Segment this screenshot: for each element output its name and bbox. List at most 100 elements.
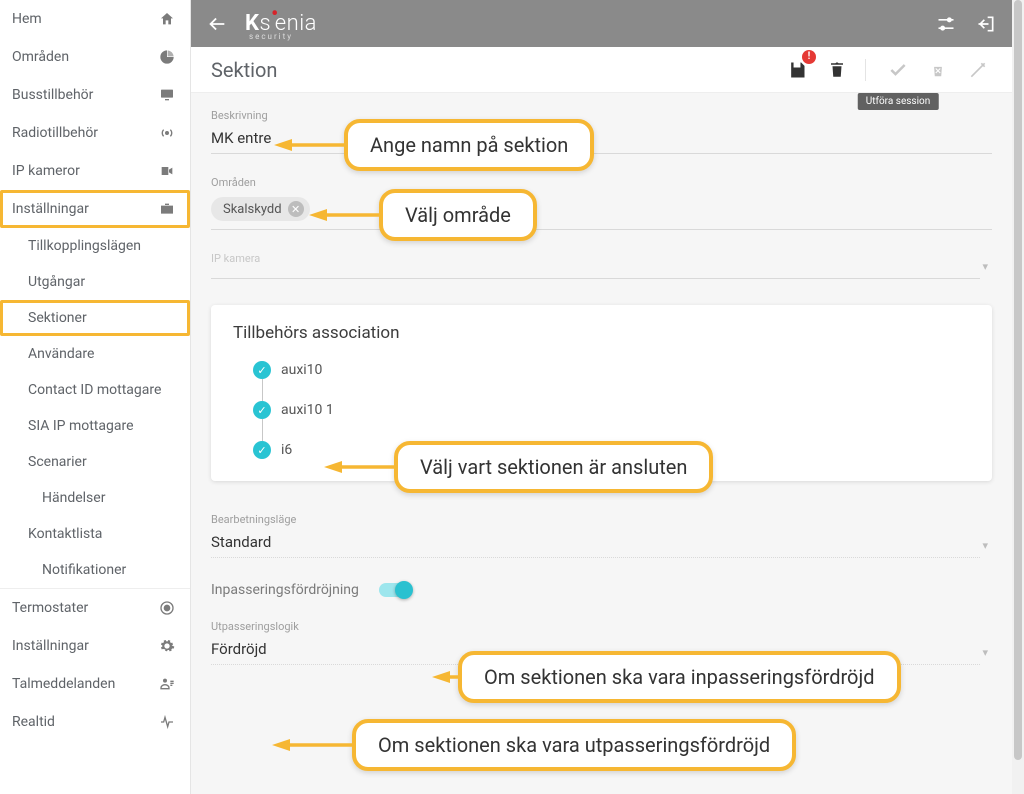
entry-delay-label: Inpasseringsfördröjning <box>211 582 359 598</box>
callout-assoc: Välj vart sektionen är ansluten <box>324 441 713 493</box>
tree-node-label: auxi10 <box>281 362 322 378</box>
home-icon <box>158 10 176 28</box>
chevron-down-icon: ▾ <box>982 260 988 273</box>
delete-button[interactable] <box>823 56 851 84</box>
sidebar-item-settings-bottom[interactable]: Inställningar <box>0 627 190 665</box>
broadcast-icon <box>158 124 176 142</box>
sidebar-item-radio[interactable]: Radiotillbehör <box>0 114 190 152</box>
sidebar-item-realtime[interactable]: Realtid <box>0 703 190 741</box>
sidebar-item-siaip[interactable]: SIA IP mottagare <box>0 408 190 444</box>
sidebar-item-notifications[interactable]: Notifikationer <box>0 552 190 588</box>
area-chip-label: Skalskydd <box>223 202 282 217</box>
tree-node-label: auxi10 1 <box>281 402 334 418</box>
toolbar: Sektion ! Utföra session <box>191 47 1012 93</box>
back-button[interactable] <box>205 12 229 36</box>
tree-connector <box>262 419 263 441</box>
row-entry-delay: Inpasseringsfördröjning <box>191 566 1012 614</box>
callout-name: Ange namn på sektion <box>274 119 594 171</box>
pie-icon <box>158 48 176 66</box>
page-title: Sektion <box>211 58 277 82</box>
sidebar-item-label: Radiotillbehör <box>12 125 98 141</box>
chip-remove-icon[interactable]: ✕ <box>288 201 304 217</box>
sidebar-item-events[interactable]: Händelser <box>0 480 190 516</box>
sidebar-item-label: Händelser <box>42 490 105 506</box>
sidebar-item-settings-top[interactable]: Inställningar <box>0 190 190 228</box>
callout-text: Välj vart sektionen är ansluten <box>394 441 713 493</box>
sidebar-item-armingmodes[interactable]: Tillkopplingslägen <box>0 228 190 264</box>
briefcase-icon <box>158 200 176 218</box>
sidebar-item-label: SIA IP mottagare <box>28 418 134 434</box>
sidebar-item-label: Kontaktlista <box>28 526 102 542</box>
sidebar-item-contactlist[interactable]: Kontaktlista <box>0 516 190 552</box>
activity-icon <box>158 713 176 731</box>
processing-label: Bearbetningsläge <box>211 513 980 526</box>
sidebar-item-outputs[interactable]: Utgångar <box>0 264 190 300</box>
sidebar: Hem Områden Busstillbehör Radiotillbehör… <box>0 0 191 794</box>
sidebar-item-label: Inställningar <box>12 201 89 217</box>
sidebar-item-label: Termostater <box>12 600 88 616</box>
sidebar-item-users[interactable]: Användare <box>0 336 190 372</box>
brand-logo: Ks•enia security <box>245 11 361 36</box>
sidebar-item-label: Hem <box>12 11 42 27</box>
sidebar-item-ipcameras[interactable]: IP kameror <box>0 152 190 190</box>
tree-node[interactable]: ✓ auxi10 1 <box>253 401 970 419</box>
sidebar-item-label: Busstillbehör <box>12 87 93 103</box>
callout-entry: Om sektionen ska vara inpasseringsfördrö… <box>432 651 901 703</box>
tools-button[interactable] <box>964 56 992 84</box>
sidebar-item-label: Områden <box>12 49 69 65</box>
sidebar-item-label: Utgångar <box>28 274 85 290</box>
main-panel: Ks•enia security Sektion ! <box>191 0 1012 794</box>
sidebar-item-label: Contact ID mottagare <box>28 382 161 398</box>
sidebar-item-contactid[interactable]: Contact ID mottagare <box>0 372 190 408</box>
sidebar-item-scenarios[interactable]: Scenarier <box>0 444 190 480</box>
save-alert-badge: ! <box>802 50 816 64</box>
sidebar-item-thermostats[interactable]: Termostater <box>0 588 190 627</box>
tree-node-label: i6 <box>281 442 292 458</box>
entry-delay-toggle[interactable] <box>379 583 411 597</box>
tree-connector <box>262 379 263 401</box>
callout-text: Om sektionen ska vara inpasseringsfördrö… <box>458 651 901 703</box>
callout-text: Om sektionen ska vara utpasseringsfördrö… <box>352 719 796 771</box>
callout-area: Välj område <box>309 189 537 241</box>
logout-button[interactable] <box>974 12 998 36</box>
window-scrollbar[interactable] <box>1012 0 1024 794</box>
app-root: Hem Områden Busstillbehör Radiotillbehör… <box>0 0 1012 794</box>
toolbar-separator <box>865 59 866 81</box>
area-chip[interactable]: Skalskydd ✕ <box>211 197 310 221</box>
apply-button[interactable]: Utföra session <box>884 56 912 84</box>
ipcamera-label: IP kamera <box>211 252 980 265</box>
monitor-icon <box>158 86 176 104</box>
check-icon: ✓ <box>253 401 271 419</box>
processing-value: Standard <box>211 530 980 558</box>
sidebar-item-voice[interactable]: Talmeddelanden <box>0 665 190 703</box>
topbar: Ks•enia security <box>191 0 1012 47</box>
sidebar-item-label: Användare <box>28 346 94 362</box>
save-button[interactable]: ! <box>783 56 811 84</box>
sidebar-item-label: Talmeddelanden <box>12 676 115 692</box>
scrollbar-thumb[interactable] <box>1014 0 1022 760</box>
gear-icon <box>158 637 176 655</box>
field-processing[interactable]: Bearbetningsläge Standard ▾ <box>191 499 1012 566</box>
sliders-button[interactable] <box>934 12 958 36</box>
camera-icon <box>158 162 176 180</box>
sidebar-item-sections[interactable]: Sektioner <box>0 300 190 336</box>
chevron-down-icon: ▾ <box>982 539 988 552</box>
sidebar-item-label: Sektioner <box>28 310 87 326</box>
sidebar-item-label: Realtid <box>12 714 55 730</box>
field-ipcamera[interactable]: IP kamera ▾ <box>191 238 1012 287</box>
association-title: Tillbehörs association <box>233 323 970 343</box>
sidebar-item-bus[interactable]: Busstillbehör <box>0 76 190 114</box>
sidebar-item-areas[interactable]: Områden <box>0 38 190 76</box>
voice-icon <box>158 675 176 693</box>
thermostat-icon <box>158 599 176 617</box>
tree-node[interactable]: ✓ auxi10 <box>253 361 970 379</box>
discard-button[interactable] <box>924 56 952 84</box>
sidebar-item-label: IP kameror <box>12 163 80 179</box>
sidebar-item-label: Inställningar <box>12 638 89 654</box>
callout-text: Ange namn på sektion <box>344 119 594 171</box>
ipcamera-value <box>211 269 980 279</box>
exit-logic-label: Utpasseringslogik <box>211 620 980 633</box>
areas-label: Områden <box>211 176 992 189</box>
sidebar-item-label: Scenarier <box>28 454 87 470</box>
sidebar-item-home[interactable]: Hem <box>0 0 190 38</box>
